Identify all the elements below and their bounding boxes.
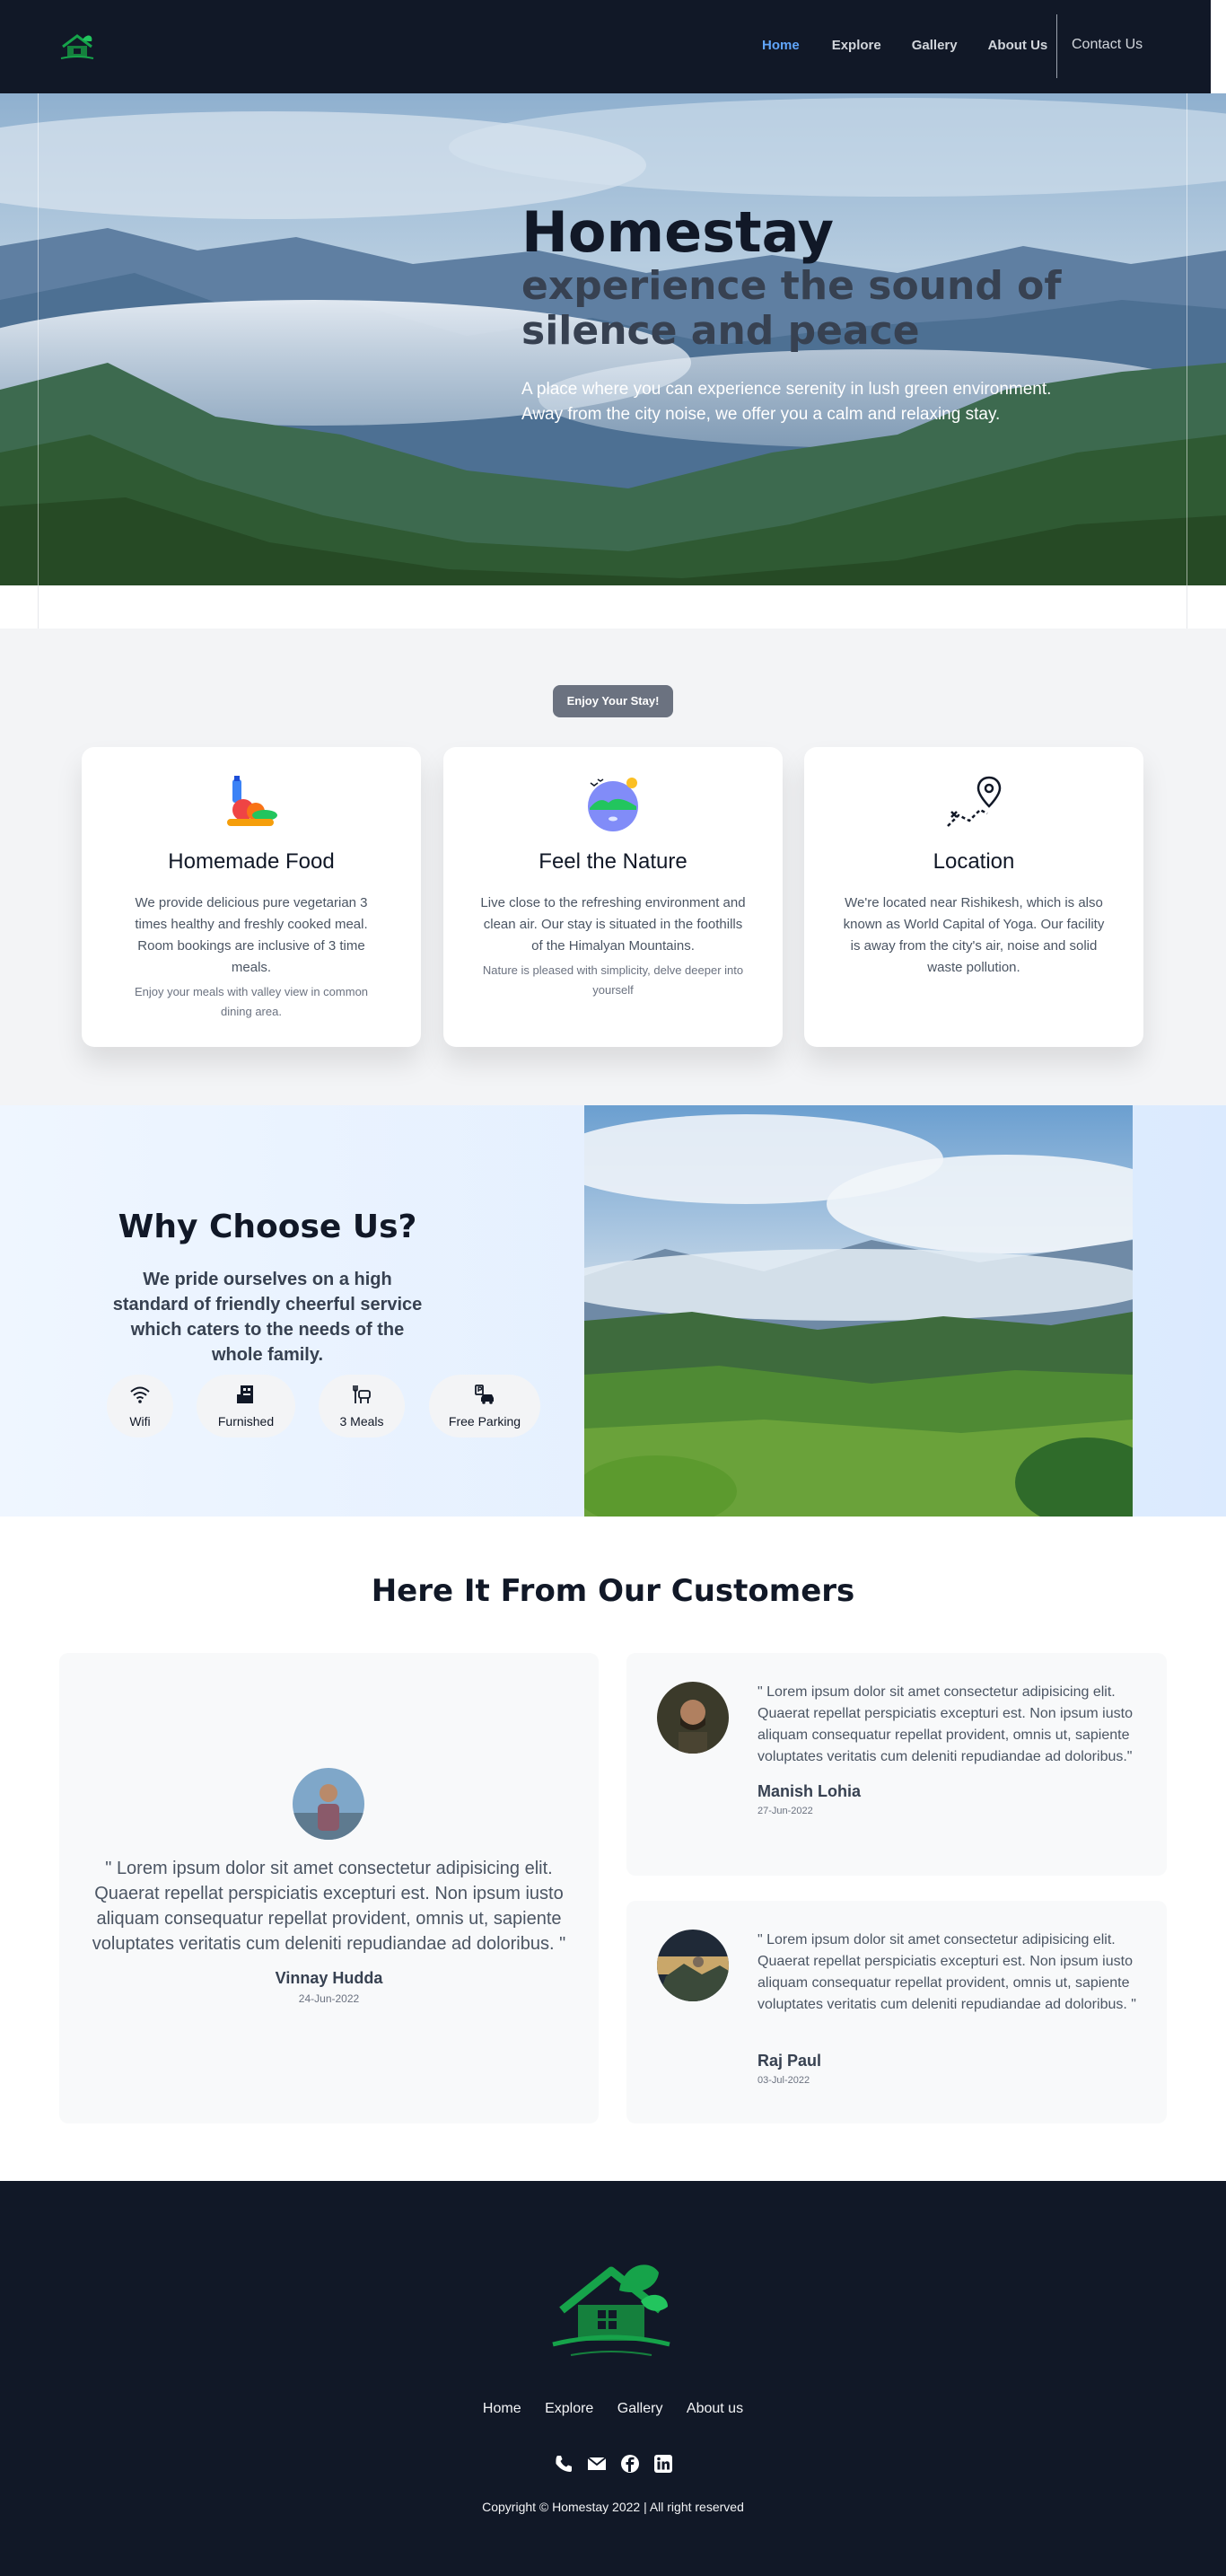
testimonial-card: " Lorem ipsum dolor sit amet consectetur… [626,1653,1167,1876]
amenity-label: Free Parking [448,1414,521,1429]
testimonial-name: Raj Paul [757,2052,822,2070]
testimonial-name: Vinnay Hudda [275,1969,383,1987]
food-icon [227,776,277,826]
testimonial-quote: " Lorem ipsum dolor sit amet consectetur… [92,1859,566,1954]
feature-note: Enjoy your meals with valley view in com… [134,985,369,1018]
homestay-logo-icon[interactable] [544,2255,679,2359]
feature-card-food: Homemade Food We provide delicious pure … [82,747,421,1047]
homestay-logo-icon[interactable] [57,31,97,63]
footer-link-about-us[interactable]: About us [687,2401,743,2417]
nav-links: Home Explore Gallery About Us [762,38,1047,53]
feature-title: Location [933,849,1015,874]
amenity-wifi[interactable]: Wifi [107,1375,173,1437]
parking-icon [475,1385,494,1404]
footer-links: Home Explore Gallery About us [0,2401,1226,2417]
feature-card-location: Location We're located near Rishikesh, w… [804,747,1143,1047]
testimonial-card: " Lorem ipsum dolor sit amet consectetur… [626,1901,1167,2123]
testimonials-title: Here It From Our Customers [371,1573,855,1609]
testimonial-date: 27-Jun-2022 [757,1806,813,1816]
feature-description: Live close to the refreshing environment… [480,895,746,954]
features-section: Enjoy Your Stay! Homemade Food We provid… [0,629,1226,1105]
valley-photo [584,1105,1133,1517]
hero-guide-line-left [38,93,39,585]
nav-link-about-us[interactable]: About Us [988,38,1048,53]
testimonial-date: 03-Jul-2022 [757,2075,810,2086]
nav-divider [1056,14,1057,78]
testimonial-quote: " Lorem ipsum dolor sit amet consectetur… [757,1932,1136,2012]
amenity-label: 3 Meals [339,1414,384,1429]
top-navbar: Home Explore Gallery About Us Contact Us [0,0,1211,93]
feature-description: We're located near Rishikesh, which is a… [843,895,1105,975]
hero-subtitle: experience the sound of silence and peac… [521,263,1062,354]
nav-link-home[interactable]: Home [762,38,800,53]
wifi-icon [130,1386,150,1403]
enjoy-your-stay-badge[interactable]: Enjoy Your Stay! [553,685,673,717]
testimonial-quote: " Lorem ipsum dolor sit amet consectetur… [757,1684,1133,1764]
feature-card-nature: Feel the Nature Live close to the refres… [443,747,783,1047]
hero-description-line-1: A place where you can experience serenit… [521,380,1052,399]
feature-note: Nature is pleased with simplicity, delve… [482,963,744,997]
testimonial-name: Manish Lohia [757,1782,862,1800]
feature-description: We provide delicious pure vegetarian 3 t… [135,895,368,975]
testimonial-card-featured: " Lorem ipsum dolor sit amet consectetur… [59,1653,599,2123]
amenity-furnished[interactable]: Furnished [197,1375,295,1437]
testimonial-date: 24-Jun-2022 [298,1992,360,2005]
hero-section: Homestay experience the sound of silence… [0,93,1226,585]
location-map-icon [947,776,1002,827]
phone-icon[interactable] [554,2454,574,2474]
why-title: Why Choose Us? [118,1209,417,1245]
nav-link-gallery[interactable]: Gallery [912,38,958,53]
avatar [657,1930,729,2001]
feature-title: Feel the Nature [539,849,687,874]
amenity-label: Furnished [217,1414,275,1429]
amenity-meals[interactable]: 3 Meals [319,1375,405,1437]
footer: Home Explore Gallery About us Copyright … [0,2181,1226,2576]
hero-description: A place where you can experience serenit… [521,377,1150,427]
avatar [293,1768,364,1840]
hero-title: Homestay [521,199,835,265]
nav-link-contact-us[interactable]: Contact Us [1072,37,1143,53]
amenity-parking[interactable]: Free Parking [429,1375,540,1437]
meals-icon [353,1385,371,1403]
social-links [554,2454,674,2475]
mail-icon[interactable] [587,2454,607,2474]
why-description: We pride ourselves on a high standard of… [112,1270,423,1365]
why-choose-us-section: Why Choose Us? We pride ourselves on a h… [0,1105,1226,1517]
nature-icon [588,778,638,831]
facebook-icon[interactable] [620,2454,640,2474]
avatar [657,1682,729,1754]
nav-link-explore[interactable]: Explore [832,38,881,53]
hero-description-line-2: Away from the city noise, we offer you a… [521,405,1001,424]
footer-link-explore[interactable]: Explore [545,2401,593,2417]
furniture-icon [237,1385,253,1403]
linkedin-icon[interactable] [653,2454,673,2474]
amenity-label: Wifi [129,1414,151,1429]
guide-line-left [38,585,39,629]
copyright-text: Copyright © Homestay 2022 | All right re… [482,2500,744,2514]
feature-title: Homemade Food [168,849,335,874]
footer-link-gallery[interactable]: Gallery [617,2401,663,2417]
footer-link-home[interactable]: Home [483,2401,521,2417]
